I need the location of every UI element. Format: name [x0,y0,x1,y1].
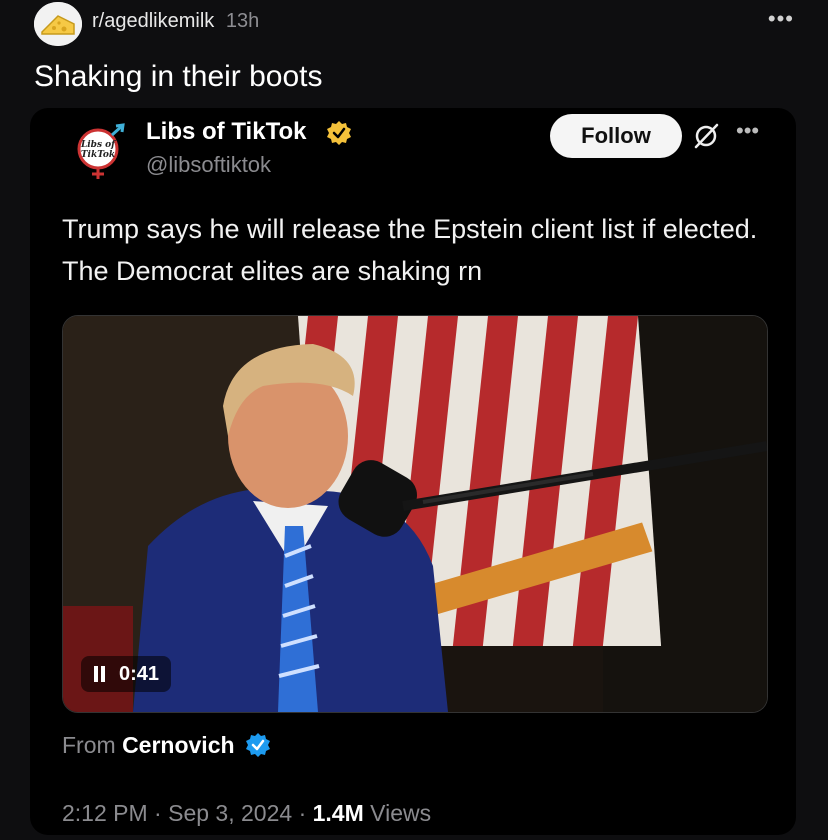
video-thumbnail [63,316,767,712]
more-icon[interactable]: ••• [768,6,794,32]
tweet-handle[interactable]: @libsoftiktok [146,152,271,178]
from-name[interactable]: Cernovich [122,732,234,758]
pause-icon[interactable] [93,666,107,682]
from-prefix: From [62,732,116,758]
tweet-time[interactable]: 2:12 PM [62,800,148,826]
meta-separator: · [154,800,162,826]
tweet-meta: 2:12 PM · Sep 3, 2024 · 1.4M Views [62,800,431,827]
tweet-author-name[interactable]: Libs of TikTok [146,118,306,146]
logo-text-line-2: TikTok [81,150,115,160]
post-title: Shaking in their boots [34,60,323,93]
from-attribution: From Cernovich [62,732,271,759]
tweet-more-icon[interactable]: ••• [736,118,759,144]
video-time: 0:41 [119,662,160,685]
post-header: r/agedlikemilk 13h ••• Shaking in their … [0,0,828,110]
libs-of-tiktok-logo: Libs of TikTok [77,123,125,179]
meta-separator: · [298,800,307,826]
tweet-text: Trump says he will release the Epstein c… [62,214,758,286]
subreddit-row: r/agedlikemilk 13h [92,10,259,33]
cheese-avatar-icon [34,2,82,46]
views-label: Views [370,800,432,826]
subreddit-avatar[interactable] [34,2,82,46]
logo-text-line-1: Libs of [80,140,117,150]
views-count: 1.4M [312,800,364,826]
subreddit-name[interactable]: r/agedlikemilk [92,10,214,32]
follow-button[interactable]: Follow [550,114,682,158]
verified-gold-icon [327,121,351,145]
grok-icon[interactable] [692,122,720,150]
embedded-tweet[interactable]: Libs of TikTok Libs of TikTok @libsoftik… [30,108,796,835]
video-timer[interactable]: 0:41 [81,656,172,692]
post-time: 13h [225,10,260,32]
tweet-video[interactable]: 0:41 [62,315,768,713]
verified-blue-icon [245,733,270,757]
tweet-date[interactable]: Sep 3, 2024 [168,800,292,826]
